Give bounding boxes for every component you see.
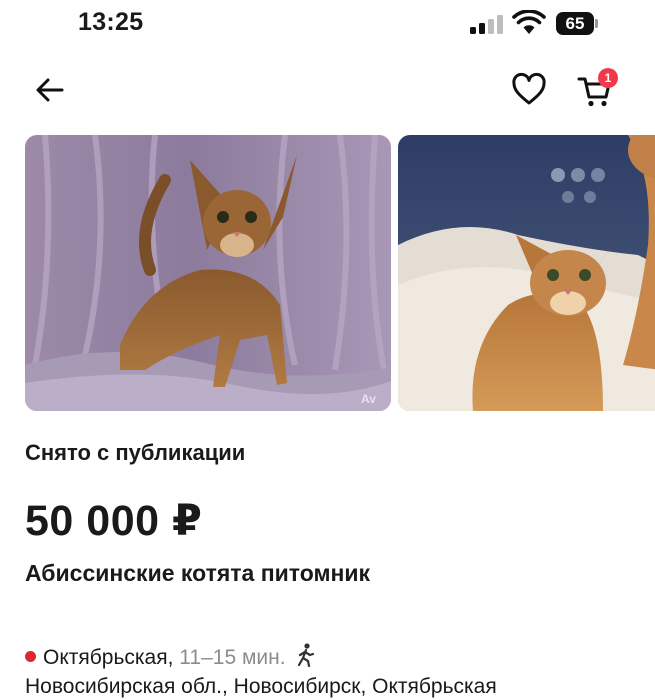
battery-icon: 65: [556, 12, 600, 35]
photo-gallery[interactable]: Av: [25, 135, 655, 411]
back-arrow-icon[interactable]: [33, 73, 67, 107]
wifi-icon: [512, 10, 546, 34]
metro-walk-time: 11–15 мин.: [179, 646, 286, 669]
cart-badge: 1: [598, 68, 618, 88]
metro-line-dot: [25, 651, 36, 662]
listing-price: 50 000 ₽: [25, 497, 203, 545]
status-bar: 13:25 65: [0, 0, 655, 50]
walking-person-icon: [298, 643, 315, 667]
cellular-signal-icon: [470, 14, 506, 34]
photo-watermark: Av: [361, 392, 376, 406]
battery-level: 65: [556, 12, 594, 35]
top-nav-bar: 1: [0, 60, 655, 120]
listing-photo-1[interactable]: Av: [25, 135, 391, 411]
listing-title: Абиссинские котята питомник: [25, 560, 370, 586]
status-time: 13:25: [78, 8, 144, 36]
listing-photo-2[interactable]: [398, 135, 655, 411]
metro-info: Октябрьская, 11–15 мин.: [25, 643, 316, 671]
listing-address: Новосибирская обл., Новосибирск, Октябрь…: [25, 675, 497, 698]
listing-status: Снято с публикации: [25, 440, 246, 465]
metro-station: Октябрьская,: [43, 646, 174, 669]
heart-icon[interactable]: [511, 72, 547, 108]
cart-button[interactable]: 1: [576, 68, 620, 110]
